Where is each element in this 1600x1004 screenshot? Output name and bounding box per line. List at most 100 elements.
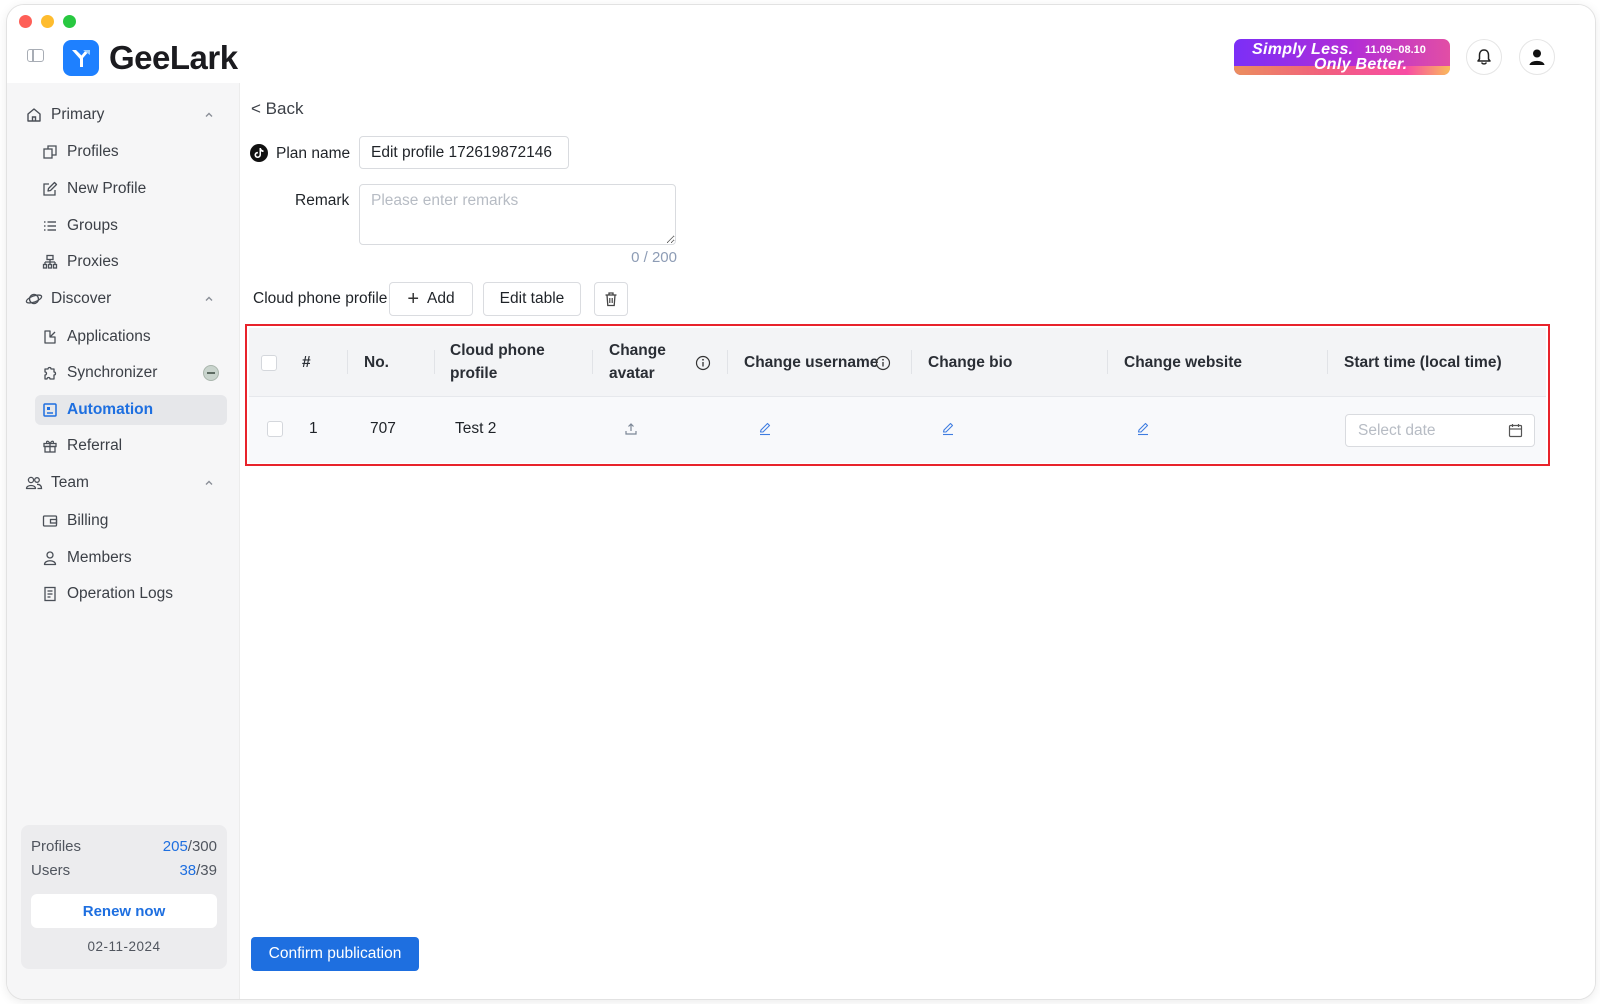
info-icon[interactable]: [695, 355, 711, 376]
close-window-button[interactable]: [19, 15, 32, 28]
sidebar-section-label: Discover: [51, 290, 112, 307]
row-index: 1: [309, 420, 318, 437]
sidebar-item-referral[interactable]: Referral: [35, 431, 227, 461]
sidebar-item-members[interactable]: Members: [35, 543, 227, 573]
maximize-window-button[interactable]: [63, 15, 76, 28]
edit-website-icon[interactable]: [1135, 421, 1151, 437]
profiles-quota: Profiles 205/300: [31, 838, 217, 855]
delete-button[interactable]: [594, 282, 628, 316]
remark-textarea[interactable]: [359, 184, 676, 245]
row-checkbox[interactable]: [267, 421, 283, 437]
sidebar-section-label: Team: [51, 474, 89, 491]
quota-card: Profiles 205/300 Users 38/39 Renew now 0…: [21, 825, 227, 969]
app-window: GeeLark Simply Less. 11.09~08.10 Only Be…: [6, 4, 1596, 1000]
upload-avatar-icon[interactable]: [623, 421, 639, 437]
sidebar-toggle-icon[interactable]: [27, 49, 44, 62]
sidebar-section-team[interactable]: Team: [25, 468, 223, 498]
sidebar-item-label: Profiles: [67, 143, 119, 160]
notifications-button[interactable]: [1466, 39, 1502, 75]
account-button[interactable]: [1519, 39, 1555, 75]
plan-name-label: Plan name: [276, 145, 351, 162]
users-total: /39: [196, 862, 217, 879]
start-date-picker[interactable]: Select date: [1345, 414, 1535, 447]
app-logo: GeeLark: [63, 39, 238, 77]
apps-icon: [41, 328, 59, 346]
puzzle-icon: [41, 364, 59, 382]
back-link[interactable]: < Back: [251, 99, 303, 119]
sidebar-item-proxies[interactable]: Proxies: [35, 247, 227, 277]
sidebar-item-synchronizer[interactable]: Synchronizer: [35, 358, 227, 388]
profiles-total: /300: [187, 838, 217, 855]
chevron-up-icon: [203, 476, 215, 494]
minimize-window-button[interactable]: [41, 15, 54, 28]
column-divider: [1327, 350, 1328, 374]
network-icon: [41, 253, 59, 271]
sidebar-item-automation[interactable]: Automation: [35, 395, 227, 425]
sidebar-item-billing[interactable]: Billing: [35, 506, 227, 536]
logs-icon: [41, 585, 59, 603]
sidebar-item-groups[interactable]: Groups: [35, 211, 227, 241]
row-no: 707: [370, 420, 396, 437]
column-divider: [727, 350, 728, 374]
column-header-change-username: Change username: [744, 354, 879, 371]
remark-counter: 0 / 200: [631, 249, 677, 266]
table-row[interactable]: 1 707 Test 2 Select date: [249, 396, 1546, 463]
select-all-checkbox[interactable]: [261, 355, 277, 371]
sidebar-item-label: Automation: [67, 401, 154, 418]
users-used: 38: [179, 862, 197, 879]
column-header-change-website: Change website: [1124, 354, 1242, 371]
edit-icon: [41, 180, 59, 198]
sidebar-item-label: Applications: [67, 328, 151, 345]
remark-label: Remark: [295, 192, 350, 209]
promo-line-2: Only Better.: [1314, 56, 1408, 73]
planet-icon: [25, 290, 43, 308]
confirm-publication-button[interactable]: Confirm publication: [251, 937, 419, 971]
column-header-start-time: Start time (local time): [1344, 354, 1502, 371]
promo-dates: 11.09~08.10: [1365, 44, 1426, 56]
tiktok-icon: [250, 144, 268, 162]
team-icon: [25, 474, 43, 492]
add-button-label: Add: [427, 290, 455, 307]
column-header-change-bio: Change bio: [928, 354, 1013, 371]
add-profile-button[interactable]: + Add: [389, 282, 473, 316]
info-icon[interactable]: [875, 355, 891, 376]
automation-icon: [41, 401, 59, 419]
promo-banner[interactable]: Simply Less. 11.09~08.10 Only Better.: [1234, 39, 1450, 75]
sync-status-icon: [203, 365, 219, 381]
renew-now-button[interactable]: Renew now: [31, 894, 217, 928]
sidebar-item-profiles[interactable]: Profiles: [35, 137, 227, 167]
chevron-up-icon: [203, 108, 215, 126]
sidebar-item-label: Members: [67, 549, 132, 566]
top-bar: GeeLark Simply Less. 11.09~08.10 Only Be…: [7, 5, 1595, 84]
column-header-cloud-phone-profile: Cloud phone profile: [450, 342, 545, 382]
expiry-date: 02-11-2024: [87, 939, 161, 954]
sidebar-item-label: Operation Logs: [67, 585, 173, 602]
edit-bio-icon[interactable]: [940, 421, 956, 437]
edit-table-button[interactable]: Edit table: [483, 282, 581, 316]
main-content: < Back Plan name Remark 0 / 200 Cloud ph…: [240, 83, 1595, 999]
chevron-up-icon: [203, 292, 215, 310]
wallet-icon: [41, 512, 59, 530]
profiles-quota-label: Profiles: [31, 838, 82, 855]
sidebar-item-applications[interactable]: Applications: [35, 322, 227, 352]
users-quota-value: 38/39: [179, 862, 217, 879]
edit-username-icon[interactable]: [757, 421, 773, 437]
sidebar-item-new-profile[interactable]: New Profile: [35, 174, 227, 204]
profiles-quota-value: 205/300: [163, 838, 217, 855]
calendar-icon: [1508, 423, 1523, 443]
members-icon: [41, 549, 59, 567]
sidebar: Primary Profiles New Profile Groups Prox…: [7, 83, 240, 999]
profiles-icon: [41, 143, 59, 161]
sidebar-section-primary[interactable]: Primary: [25, 100, 223, 130]
sidebar-section-label: Primary: [51, 106, 105, 123]
sidebar-item-label: New Profile: [67, 180, 147, 197]
sidebar-item-operation-logs[interactable]: Operation Logs: [35, 579, 227, 609]
sidebar-section-discover[interactable]: Discover: [25, 284, 223, 314]
plan-name-input[interactable]: [359, 136, 569, 169]
table-header: # No. Cloud phone profile Change avatar …: [249, 328, 1546, 396]
column-header-no: No.: [364, 354, 389, 371]
gift-icon: [41, 437, 59, 455]
column-divider: [347, 350, 348, 374]
home-icon: [25, 106, 43, 124]
plus-icon: +: [407, 288, 420, 310]
